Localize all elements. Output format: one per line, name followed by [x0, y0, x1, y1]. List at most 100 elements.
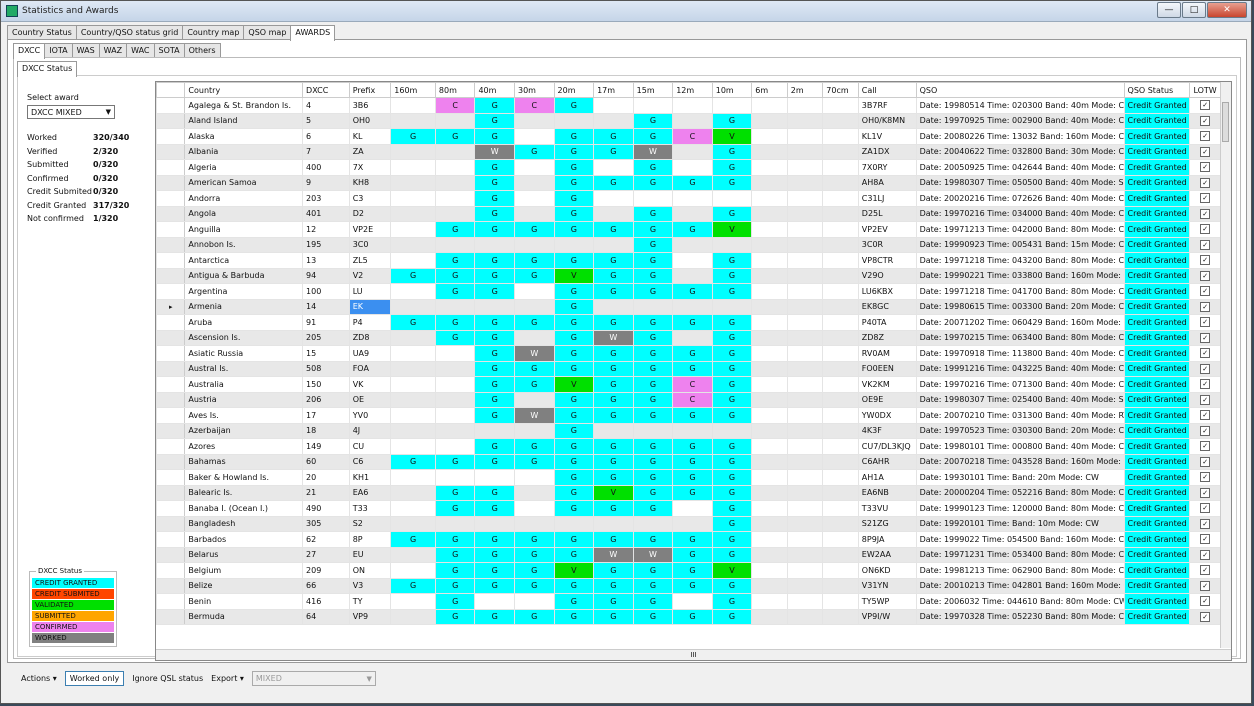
cell-qso[interactable]: Date: 20020216 Time: 072626 Band: 40m Mo… [915, 190, 1125, 207]
cell-qso-status[interactable]: Credit Granted [1123, 376, 1191, 393]
band-cell[interactable] [593, 190, 634, 207]
band-cell[interactable]: G [672, 407, 713, 424]
band-cell[interactable]: G [711, 500, 753, 517]
band-cell[interactable] [822, 174, 859, 191]
band-cell[interactable] [474, 422, 515, 439]
column-header[interactable]: Country [184, 82, 304, 98]
band-cell[interactable]: G [434, 484, 476, 501]
band-cell[interactable]: G [672, 484, 713, 501]
band-cell[interactable]: G [632, 376, 674, 393]
band-cell[interactable] [786, 438, 824, 455]
band-cell[interactable]: G [514, 546, 555, 563]
column-header[interactable]: LOTW [1189, 82, 1221, 98]
band-cell[interactable]: G [474, 252, 515, 269]
cell-dxcc[interactable]: 7 [302, 143, 350, 160]
band-cell[interactable]: G [593, 376, 634, 393]
band-cell[interactable]: G [514, 608, 555, 625]
band-cell[interactable] [786, 190, 824, 207]
band-cell[interactable] [786, 174, 824, 191]
band-cell[interactable] [672, 112, 713, 129]
cell-qso-status[interactable]: Credit Granted [1123, 174, 1191, 191]
cell-qso-status[interactable]: Credit Granted [1123, 283, 1191, 300]
row-header[interactable] [156, 190, 186, 207]
band-cell[interactable] [711, 422, 753, 439]
lotw-checkbox[interactable]: ✓ [1200, 286, 1211, 297]
cell-qso[interactable]: Date: 20080226 Time: 13032 Band: 160m Mo… [915, 128, 1125, 145]
lotw-checkbox[interactable]: ✓ [1200, 410, 1211, 421]
cell-qso-status[interactable]: Credit Granted [1123, 484, 1191, 501]
lotw-checkbox[interactable]: ✓ [1200, 270, 1211, 281]
band-cell[interactable]: V [711, 562, 753, 579]
band-cell[interactable] [434, 360, 476, 377]
table-row[interactable]: Angola 401 D2 G G G G D25L Date: 19970216 Time: … [156, 205, 1221, 222]
ignore-qsl-status-toggle[interactable]: Ignore QSL status [132, 674, 203, 683]
band-cell[interactable]: G [672, 531, 713, 548]
band-cell[interactable]: G [711, 159, 753, 176]
lotw-checkbox[interactable]: ✓ [1200, 472, 1211, 483]
band-cell[interactable]: W [593, 329, 634, 346]
cell-qso-status[interactable]: Credit Granted [1123, 236, 1191, 253]
band-cell[interactable]: G [390, 128, 436, 145]
band-cell[interactable] [751, 221, 788, 238]
tab-iota[interactable]: IOTA [44, 43, 73, 58]
lotw-checkbox[interactable]: ✓ [1200, 611, 1211, 622]
band-cell[interactable] [514, 190, 555, 207]
band-cell[interactable]: G [514, 577, 555, 594]
band-cell[interactable] [751, 128, 788, 145]
band-cell[interactable]: G [711, 484, 753, 501]
band-cell[interactable] [751, 577, 788, 594]
band-cell[interactable]: G [514, 221, 555, 238]
cell-call[interactable]: TY5WP [857, 593, 917, 610]
cell-qso-status[interactable]: Credit Granted [1123, 500, 1191, 517]
band-cell[interactable]: G [514, 562, 555, 579]
lotw-checkbox[interactable]: ✓ [1200, 177, 1211, 188]
band-cell[interactable] [751, 252, 788, 269]
row-header[interactable] [156, 453, 186, 470]
band-cell[interactable] [434, 438, 476, 455]
band-cell[interactable]: G [474, 267, 515, 284]
lotw-checkbox[interactable]: ✓ [1200, 255, 1211, 266]
cell-lotw[interactable]: ✓ [1189, 531, 1221, 548]
lotw-checkbox[interactable]: ✓ [1200, 456, 1211, 467]
table-row[interactable]: Algeria 400 7X G G G G 7X0RY Date: 20050925 Time… [156, 159, 1221, 176]
band-cell[interactable]: G [632, 484, 674, 501]
band-cell[interactable]: G [711, 608, 753, 625]
lotw-checkbox[interactable]: ✓ [1200, 580, 1211, 591]
lotw-checkbox[interactable]: ✓ [1200, 425, 1211, 436]
band-cell[interactable] [751, 97, 788, 114]
cell-prefix[interactable]: EK [348, 298, 392, 315]
band-cell[interactable]: G [553, 298, 595, 315]
band-cell[interactable]: G [632, 221, 674, 238]
cell-qso[interactable]: Date: 19980307 Time: 025400 Band: 40m Mo… [915, 391, 1125, 408]
cell-qso[interactable]: Date: 19970215 Time: 063400 Band: 80m Mo… [915, 329, 1125, 346]
band-cell[interactable]: G [672, 438, 713, 455]
band-cell[interactable] [822, 128, 859, 145]
tab-others[interactable]: Others [183, 43, 221, 58]
band-cell[interactable]: C [434, 97, 476, 114]
band-cell[interactable]: G [711, 531, 753, 548]
cell-qso[interactable]: Date: 19990221 Time: 033800 Band: 160m M… [915, 267, 1125, 284]
cell-call[interactable]: EK8GC [857, 298, 917, 315]
band-cell[interactable] [390, 484, 436, 501]
cell-lotw[interactable]: ✓ [1189, 562, 1221, 579]
table-row[interactable]: Albania 7 ZA W G G G W G ZA1DX Date: 20040622 Time… [156, 143, 1221, 160]
band-cell[interactable]: G [593, 608, 634, 625]
tab-awards[interactable]: AWARDS [290, 25, 336, 41]
band-cell[interactable]: W [514, 345, 555, 362]
band-cell[interactable] [390, 376, 436, 393]
cell-qso[interactable]: Date: 19980101 Time: 000800 Band: 40m Mo… [915, 438, 1125, 455]
table-row[interactable]: Bangladesh 305 S2 G S21ZG Date: 19920101 Time… [156, 515, 1221, 532]
band-cell[interactable] [751, 562, 788, 579]
band-cell[interactable] [751, 283, 788, 300]
cell-qso[interactable]: Date: 20000204 Time: 052216 Band: 80m Mo… [915, 484, 1125, 501]
cell-qso[interactable]: Date: 2006032 Time: 044610 Band: 80m Mod… [915, 593, 1125, 610]
cell-qso-status[interactable]: Credit Granted [1123, 128, 1191, 145]
band-cell[interactable]: G [632, 345, 674, 362]
band-cell[interactable] [390, 391, 436, 408]
cell-qso[interactable]: Date: 20070210 Time: 031300 Band: 40m Mo… [915, 407, 1125, 424]
tab-dxcc[interactable]: DXCC [13, 43, 46, 59]
band-cell[interactable]: G [514, 267, 555, 284]
band-cell[interactable] [786, 221, 824, 238]
band-cell[interactable] [751, 190, 788, 207]
cell-country[interactable]: Bermuda [184, 608, 304, 625]
